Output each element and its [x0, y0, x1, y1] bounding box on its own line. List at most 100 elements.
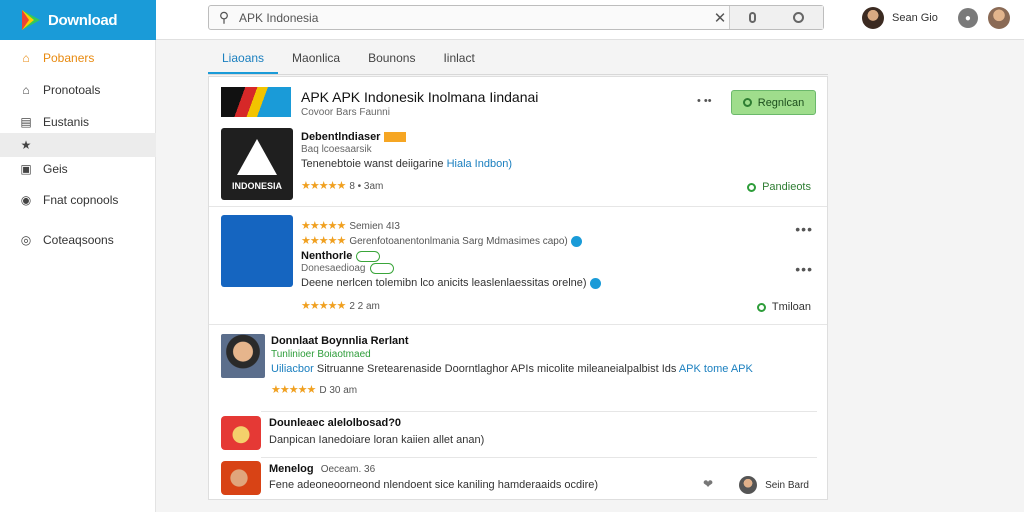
- search-icon: ⚲: [218, 9, 230, 25]
- app-card[interactable]: ★★★★★ Semien 4I3 ★★★★★ Gerenfotoanentonlma…: [209, 207, 827, 323]
- mic-icon[interactable]: [748, 12, 756, 23]
- app-title-text: Nenthorle: [301, 250, 353, 262]
- user-name[interactable]: Sean Gio: [892, 12, 938, 24]
- options-dots-icon[interactable]: • ••: [697, 95, 712, 107]
- register-label: Regnlcan: [757, 96, 805, 109]
- app-subtitle: Baq lcoesaarsik: [301, 144, 372, 155]
- list-item-icon[interactable]: [221, 461, 261, 495]
- featured-card[interactable]: Donnlaat Boynnlia Rerlant Tunlinioer Boi…: [209, 325, 827, 409]
- featured-title[interactable]: Donnlaat Boynnlia Rerlant: [271, 335, 409, 347]
- top-bar: Download ⚲ ✕ Sean Gio ●: [0, 0, 1024, 40]
- tab-divider: [208, 74, 828, 75]
- featured-image[interactable]: [221, 334, 265, 378]
- sidebar-item-games[interactable]: ▣ Geis: [0, 157, 156, 181]
- app-icon[interactable]: [221, 215, 293, 287]
- sidebar-item-components[interactable]: ◉ Fnat copnools: [0, 188, 156, 212]
- featured-description-text: Sitruanne Sretearenaside Doorntlaghor AP…: [316, 363, 677, 375]
- app-title[interactable]: Debentlndiaser: [301, 131, 407, 143]
- list-item[interactable]: Dounleaec alelolbosad?0 Danpican Ianedoi…: [209, 412, 827, 456]
- featured-description-link[interactable]: APK tome APK: [679, 363, 753, 375]
- avatar[interactable]: [862, 7, 884, 29]
- app-rating: ★★★★★ 2 2 am: [301, 299, 380, 312]
- featured-meta: D 30 am: [319, 385, 358, 396]
- banner-image[interactable]: [221, 87, 291, 117]
- app-icon[interactable]: INDONESIA: [221, 128, 293, 200]
- tab-popular[interactable]: Maonlica: [278, 44, 354, 74]
- app-description-text: Deene nerlcen tolemibn lco anicits leasl…: [301, 277, 587, 289]
- sidebar-item-label: Pobaners: [43, 51, 95, 65]
- app-card[interactable]: INDONESIA Debentlndiaser Baq lcoesaarsik…: [209, 125, 827, 205]
- tag-pill-icon: [369, 263, 394, 274]
- account-avatar[interactable]: [987, 7, 1010, 29]
- list-item[interactable]: Menelog Oeceam. 36 Fene adeoneoorneond n…: [209, 458, 827, 500]
- sidebar-item-home[interactable]: ⌂ Pobaners: [0, 46, 156, 70]
- register-button[interactable]: Regnlcan: [731, 90, 816, 115]
- notification-icon[interactable]: ●: [957, 8, 978, 28]
- pin-icon: ◉: [20, 193, 32, 207]
- app-description-text: Tenenebtoie wanst deiigarine: [301, 158, 444, 170]
- featured-description-prefix[interactable]: Uiliacbor: [271, 363, 314, 375]
- sidebar: ⌂ Pobaners ⌂ Pronotoals ▤ Eustanis ★ ▣ G…: [0, 40, 156, 512]
- search-bar: ⚲ ✕: [208, 5, 824, 30]
- featured-subtitle: Tunlinioer Boiaotmaed: [271, 349, 371, 360]
- app-action-button[interactable]: Pandieots: [747, 181, 811, 193]
- app-description: Deene nerlcen tolemibn lco anicits leasl…: [301, 277, 601, 289]
- app-rating-line: ★★★★★ Semien 4I3: [301, 219, 400, 232]
- more-options-icon[interactable]: •••: [795, 261, 813, 277]
- list-item-title[interactable]: Menelog Oeceam. 36: [269, 463, 375, 475]
- app-title-text: Debentlndiaser: [301, 131, 381, 143]
- star-rating-icon: ★★★★★: [301, 220, 346, 232]
- home-icon: ⌂: [22, 51, 30, 65]
- app-rating: ★★★★★ 8 • 3am: [301, 179, 383, 192]
- sidebar-item-label: Coteaqsoons: [43, 233, 114, 247]
- sidebar-item-categories[interactable]: ◎ Coteaqsoons: [0, 228, 156, 252]
- check-circle-icon: [742, 98, 752, 107]
- app-rating-line: ★★★★★ Gerenfotoanentonlmania Sarg Mdmasim…: [301, 234, 582, 247]
- list-item-description: Fene adeoneoorneond nlendoent sice kanil…: [269, 479, 599, 491]
- sidebar-item-favorites[interactable]: ★: [0, 133, 156, 157]
- brand-name: Download: [48, 11, 118, 29]
- featured-description: Uiliacbor Sitruanne Sretearenaside Doorn…: [271, 363, 753, 375]
- sidebar-item-label: Pronotoals: [43, 83, 101, 97]
- list-item-description: Danpican Ianedoiare loran kaiien allet a…: [269, 434, 485, 446]
- banner-subtitle: Covoor Bars Faunni: [301, 107, 390, 118]
- banner-card: APK APK Indonesik Inolmana Iindanai Covo…: [209, 77, 827, 125]
- tab-latest[interactable]: Liaoans: [208, 44, 279, 74]
- list-item-meta: Oeceam. 36: [320, 464, 376, 475]
- camera-search-icon[interactable]: [793, 12, 805, 23]
- results-panel: APK APK Indonesik Inolmana Iindanai Covo…: [208, 76, 828, 500]
- star-rating-icon: ★★★★★: [301, 180, 346, 192]
- banner-title[interactable]: APK APK Indonesik Inolmana Iindanai: [301, 89, 538, 105]
- featured-rating: ★★★★★ D 30 am: [271, 383, 357, 396]
- app-action-button[interactable]: Tmiloan: [756, 301, 811, 313]
- target-icon: ◎: [20, 233, 32, 247]
- tab-bonus[interactable]: Bounons: [354, 44, 429, 74]
- star-rating-icon: ★★★★★: [271, 384, 316, 396]
- sidebar-item-stats[interactable]: ▤ Eustanis: [0, 110, 156, 134]
- app-action-label: Tmiloan: [771, 301, 811, 313]
- list-item-user[interactable]: Sein Bard: [739, 476, 809, 494]
- more-options-icon[interactable]: •••: [795, 221, 813, 237]
- clear-search-button[interactable]: ✕: [709, 9, 731, 27]
- star-rating-icon: ★★★★★: [301, 300, 346, 312]
- house-outline-icon: ⌂: [22, 83, 30, 97]
- list-item-title-text: Menelog: [269, 463, 314, 475]
- sidebar-item-label: Eustanis: [43, 115, 90, 129]
- app-title[interactable]: Nenthorle: [301, 250, 381, 262]
- like-icon[interactable]: ❤: [703, 477, 713, 491]
- star-icon: ★: [20, 138, 32, 152]
- list-item-icon[interactable]: [221, 416, 261, 450]
- avatar: [739, 476, 758, 494]
- window-icon: ▣: [20, 162, 32, 176]
- app-description-link[interactable]: Hiala Indbon): [447, 158, 512, 170]
- sidebar-item-promotions[interactable]: ⌂ Pronotoals: [0, 78, 156, 102]
- app-subtitle-text: Donesaedioag: [301, 263, 366, 275]
- verified-icon: [570, 235, 582, 247]
- list-item-title[interactable]: Dounleaec alelolbosad?0: [269, 417, 401, 429]
- sidebar-item-label: Fnat copnools: [43, 193, 119, 207]
- app-meta: 2 2 am: [349, 301, 380, 312]
- brand[interactable]: Download: [0, 0, 156, 40]
- app-action-label: Pandieots: [762, 181, 811, 193]
- search-input[interactable]: [239, 6, 709, 29]
- tab-impact[interactable]: Iinlact: [429, 44, 488, 74]
